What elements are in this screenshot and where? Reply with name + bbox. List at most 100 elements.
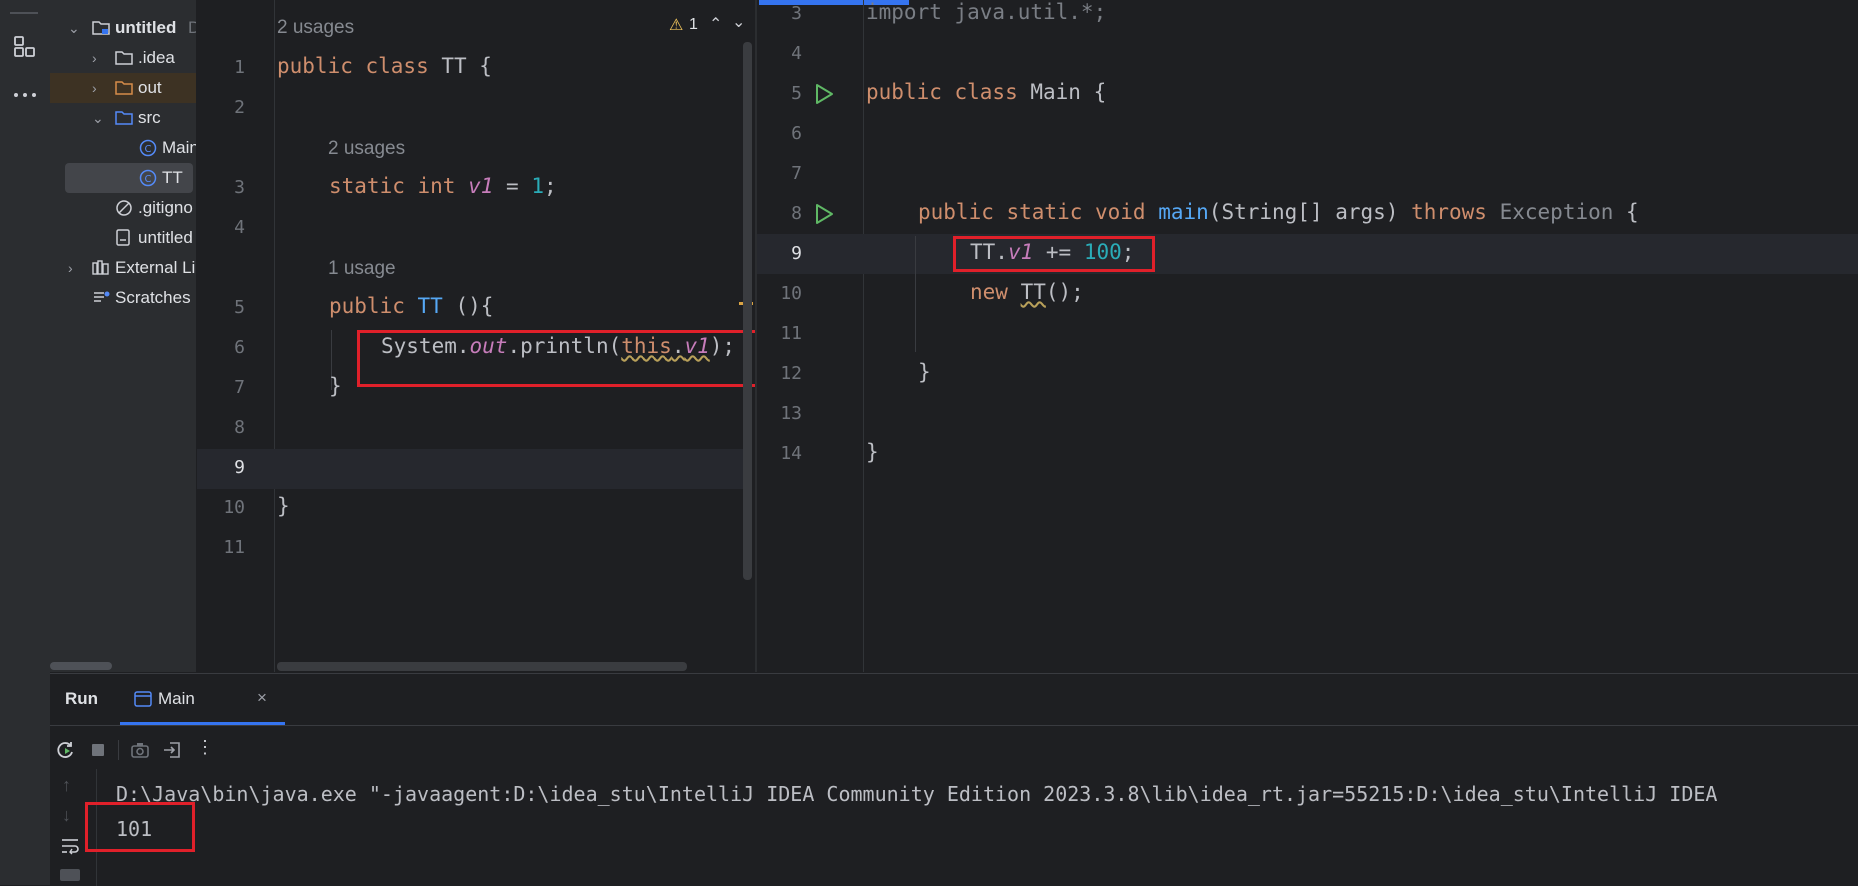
tree-label: TT bbox=[162, 168, 183, 187]
line-number: 10 bbox=[780, 283, 802, 304]
warning-count: 1 bbox=[689, 16, 698, 33]
code-token: v1 bbox=[468, 174, 494, 198]
vertical-scrollbar[interactable] bbox=[743, 42, 752, 580]
tree-item-untitled-iml[interactable]: untitled bbox=[50, 223, 196, 253]
editor-main: 3 4 5 6 7 8 9 10 11 12 13 14 import java… bbox=[757, 0, 1858, 672]
tree-item-scratches[interactable]: Scratches bbox=[50, 283, 196, 313]
tree-item-gitignore[interactable]: .gitigno bbox=[50, 193, 196, 223]
tree-item-untitled-root[interactable]: ⌄ untitled D bbox=[50, 13, 196, 43]
code-token: public class bbox=[866, 80, 1031, 104]
class-icon: C bbox=[139, 139, 157, 157]
current-line-highlight bbox=[757, 234, 1858, 274]
scroll-down-icon[interactable]: ↓ bbox=[62, 805, 71, 826]
tree-item-src[interactable]: ⌄ src bbox=[50, 103, 196, 133]
rerun-icon[interactable] bbox=[56, 740, 76, 760]
line-number: 7 bbox=[234, 377, 245, 398]
code-token: } bbox=[866, 440, 879, 464]
tree-item-tt[interactable]: C TT bbox=[65, 163, 193, 193]
line-number: 13 bbox=[780, 403, 802, 424]
code-line-10[interactable]: new TT(); bbox=[970, 280, 1084, 304]
code-token: } bbox=[918, 360, 931, 384]
source-folder-icon bbox=[115, 111, 133, 125]
code-line-14[interactable]: } bbox=[866, 440, 879, 464]
tree-label: .idea bbox=[138, 48, 175, 67]
line-number: 3 bbox=[234, 177, 245, 198]
code-token: main bbox=[1158, 200, 1209, 224]
tree-item-idea[interactable]: › .idea bbox=[50, 43, 196, 73]
code-token: import java.util.*; bbox=[866, 0, 1107, 24]
highlight-box-println bbox=[357, 330, 794, 387]
code-token: { bbox=[1613, 200, 1639, 224]
code-line-3[interactable]: import java.util.*; bbox=[866, 0, 1106, 24]
run-icon[interactable] bbox=[813, 203, 835, 225]
tree-item-out[interactable]: › out bbox=[50, 73, 196, 103]
tree-label: Scratches bbox=[115, 288, 191, 307]
soft-wrap-icon[interactable] bbox=[60, 837, 80, 855]
gutter-divider bbox=[863, 0, 864, 672]
excluded-folder-icon bbox=[115, 81, 133, 95]
tree-label: src bbox=[138, 108, 161, 127]
code-line-5[interactable]: public TT (){ bbox=[329, 294, 493, 318]
tree-label: untitled bbox=[115, 18, 177, 37]
line-number: 12 bbox=[780, 363, 802, 384]
gutter-divider bbox=[274, 0, 275, 672]
chevron-down-icon: ⌄ bbox=[92, 110, 104, 126]
current-line-highlight bbox=[197, 449, 747, 489]
project-tree: ⌄ untitled D › .idea › out ⌄ src C Main … bbox=[50, 0, 196, 672]
more-options-icon[interactable]: ⋮ bbox=[196, 737, 214, 758]
next-highlight-icon[interactable]: ⌄ bbox=[732, 12, 745, 32]
run-icon[interactable] bbox=[813, 83, 835, 105]
console-command-line: D:\Java\bin\java.exe "-javaagent:D:\idea… bbox=[116, 782, 1718, 806]
print-icon[interactable] bbox=[60, 869, 80, 881]
usages-hint[interactable]: 1 usage bbox=[328, 258, 396, 280]
code-token: public static void bbox=[918, 200, 1159, 224]
scroll-up-icon[interactable]: ↑ bbox=[62, 775, 71, 796]
code-line-1[interactable]: public class TT { bbox=[277, 54, 492, 78]
code-token: (){ bbox=[442, 294, 494, 318]
line-number: 5 bbox=[791, 83, 802, 104]
line-number: 11 bbox=[780, 323, 802, 344]
line-number: 6 bbox=[234, 337, 245, 358]
line-number: 9 bbox=[791, 243, 802, 264]
line-number: 10 bbox=[223, 497, 245, 518]
code-token: ; bbox=[543, 174, 557, 198]
highlight-box-assignment bbox=[953, 236, 1155, 272]
tree-item-main[interactable]: C Main bbox=[50, 133, 196, 163]
tree-item-external-libraries[interactable]: › External Li bbox=[50, 253, 196, 283]
exit-icon[interactable] bbox=[162, 740, 182, 760]
run-tab-main[interactable]: Main × bbox=[120, 674, 285, 726]
code-token: TT bbox=[417, 294, 443, 318]
code-line-5[interactable]: public class Main { bbox=[866, 80, 1106, 104]
code-line-3[interactable]: static int v1 = 1; bbox=[329, 174, 557, 198]
run-tab-label: Main bbox=[158, 689, 195, 708]
more-tools-icon[interactable] bbox=[12, 82, 38, 98]
line-number: 4 bbox=[791, 43, 802, 64]
module-folder-icon bbox=[92, 21, 110, 35]
structure-icon[interactable] bbox=[12, 34, 38, 60]
chevron-right-icon: › bbox=[92, 50, 97, 66]
code-line-10[interactable]: } bbox=[277, 494, 290, 518]
close-icon[interactable]: × bbox=[257, 688, 267, 708]
horizontal-scrollbar[interactable] bbox=[277, 662, 687, 671]
class-icon: C bbox=[139, 169, 157, 187]
code-token: throws bbox=[1411, 200, 1500, 224]
code-token: } bbox=[329, 374, 342, 398]
file-icon bbox=[116, 229, 130, 246]
line-number: 8 bbox=[791, 203, 802, 224]
code-line-7[interactable]: } bbox=[329, 374, 342, 398]
tree-label: Main bbox=[162, 138, 196, 157]
camera-icon[interactable] bbox=[130, 740, 150, 760]
tree-label: out bbox=[138, 78, 162, 97]
toolbar-separator bbox=[118, 740, 119, 760]
previous-highlight-icon[interactable]: ⌃ bbox=[709, 14, 722, 34]
usages-hint[interactable]: 2 usages bbox=[328, 138, 405, 160]
code-line-8[interactable]: public static void main(String[] args) t… bbox=[918, 200, 1639, 224]
usages-hint[interactable]: 2 usages bbox=[277, 17, 354, 39]
tree-scrollbar[interactable] bbox=[50, 662, 112, 670]
chevron-down-icon: ⌄ bbox=[68, 20, 80, 36]
stop-icon[interactable] bbox=[90, 742, 106, 758]
inspection-widget[interactable]: ⚠ 1 ⌃ ⌄ bbox=[669, 14, 749, 38]
tree-label: .gitigno bbox=[138, 198, 193, 217]
code-line-12[interactable]: } bbox=[918, 360, 931, 384]
line-number: 11 bbox=[223, 537, 245, 558]
